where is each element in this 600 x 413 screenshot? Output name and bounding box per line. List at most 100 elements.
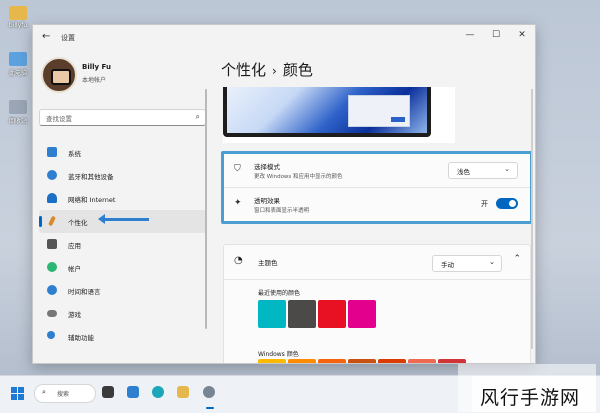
palette-icon: ◔ [234,255,243,266]
preview-monitor [223,87,431,137]
monitor-icon [47,147,57,157]
transparency-toggle-label: 开 [481,200,488,208]
maximize-button[interactable]: ☐ [483,25,509,47]
bluetooth-icon [47,170,57,180]
color-swatch[interactable] [318,359,346,363]
widgets-icon[interactable] [127,386,139,398]
color-swatch[interactable] [258,359,286,363]
active-indicator [39,216,42,227]
chevron-down-icon: ⌄ [489,258,495,266]
sidebar-item-time-language[interactable]: 时间和语言 [39,279,207,302]
edge-browser-icon[interactable] [152,386,164,398]
sidebar-item-accessibility[interactable]: 辅助功能 [39,325,207,348]
sidebar-item-apps[interactable]: 应用 [39,233,207,256]
sidebar-item-label: 辅助功能 [68,334,94,342]
sidebar-item-label: 应用 [68,242,81,250]
page-title: 颜色 [282,61,313,79]
windows-colors [258,359,466,363]
transparency-row: ✦ 透明效果 窗口和表面显示半透明 开 [224,188,530,221]
user-profile[interactable]: Billy Fu 本地帐户 [41,57,111,93]
accent-color-section: ◔ 主题色 手动 ⌄ ⌃ 最近使用的颜色 Windows 颜色 [223,244,531,363]
sidebar-item-network[interactable]: 网络和 Internet [39,187,207,210]
desktop-icon-label: 回收站 [8,118,27,125]
sidebar-scrollbar[interactable] [205,89,207,329]
mode-dropdown-value: 浅色 [457,168,470,176]
watermark-text: 风行手游网 [480,387,581,409]
title-bar: ← 设置 — ☐ ✕ [33,25,535,49]
taskbar-search[interactable]: ⌕ 搜索 [34,384,96,403]
sidebar-item-label: 帐户 [68,265,81,273]
window-title: 设置 [61,34,75,42]
color-swatch[interactable] [288,300,316,328]
desktop-icon-label: billyfu [8,22,28,29]
settings-app-icon[interactable] [203,386,215,398]
sidebar-item-label: 游戏 [68,311,81,319]
taskbar-search-label: 搜索 [57,391,70,398]
accent-mode-dropdown[interactable]: 手动 ⌄ [432,255,502,272]
sidebar-item-label: 时间和语言 [68,288,101,296]
annotation-arrow [98,214,149,224]
sidebar-item-personalization[interactable]: 个性化 [39,210,207,233]
accent-mode-value: 手动 [441,261,454,269]
main-scrollbar[interactable] [531,89,533,349]
active-app-indicator [206,407,214,409]
brush-icon [48,215,56,227]
person-icon [47,262,57,272]
windows-logo-icon [18,394,24,400]
color-swatch[interactable] [318,300,346,328]
task-view-icon[interactable] [102,386,114,398]
sidebar-item-bluetooth[interactable]: 蓝牙和其他设备 [39,164,207,187]
transparency-title: 透明效果 [254,197,280,205]
wifi-icon [47,193,57,203]
desktop-icon-label: 此电脑 [8,70,27,77]
close-button[interactable]: ✕ [509,25,535,47]
accent-color-title: 主题色 [258,259,278,267]
windows-logo-icon [11,387,17,393]
globe-icon [47,285,57,295]
search-placeholder: 查找设置 [46,115,72,123]
gamepad-icon [47,310,57,317]
choose-mode-title: 选择模式 [254,163,280,171]
color-swatch[interactable] [408,359,436,363]
color-swatch[interactable] [378,359,406,363]
folder-icon [9,6,27,20]
desktop-icon-user-folder[interactable]: billyfu [3,6,33,29]
windows-logo-icon [18,387,24,393]
minimize-button[interactable]: — [457,25,483,47]
color-swatch[interactable] [288,359,316,363]
accent-color-header[interactable]: ◔ 主题色 手动 ⌄ ⌃ [224,245,530,280]
breadcrumb-parent[interactable]: 个性化 [221,61,266,79]
sidebar-item-label: 系统 [68,150,81,158]
chevron-up-icon[interactable]: ⌃ [513,254,521,264]
search-icon: ⌕ [42,388,46,396]
sidebar-item-label: 蓝牙和其他设备 [68,173,114,181]
window-controls: — ☐ ✕ [457,25,535,47]
settings-window: ← 设置 — ☐ ✕ Billy Fu 本地帐户 查找设置 ⌕ 系统 蓝牙和其他… [32,24,536,364]
color-swatch[interactable] [258,300,286,328]
sidebar-item-system[interactable]: 系统 [39,141,207,164]
windows-logo-icon [11,394,17,400]
desktop-icon-recycle-bin[interactable]: 回收站 [3,100,33,125]
start-button[interactable] [11,387,24,400]
color-swatch[interactable] [348,359,376,363]
profile-name: Billy Fu [82,63,111,71]
sidebar-item-accounts[interactable]: 帐户 [39,256,207,279]
windows-colors-label: Windows 颜色 [258,351,299,358]
recent-colors [258,300,376,328]
sidebar-item-gaming[interactable]: 游戏 [39,302,207,325]
sidebar-nav: 系统 蓝牙和其他设备 网络和 Internet 个性化 应用 帐户 时间和语言 [39,141,207,348]
desktop-icon-this-pc[interactable]: 此电脑 [3,52,33,77]
theme-preview [223,87,455,143]
color-swatch[interactable] [348,300,376,328]
avatar [41,57,77,93]
transparency-toggle[interactable] [496,198,518,209]
mode-dropdown[interactable]: 浅色 ⌄ [448,162,518,179]
search-input[interactable]: 查找设置 ⌕ [39,109,206,126]
back-arrow-icon[interactable]: ← [42,31,50,42]
file-explorer-icon[interactable] [177,386,189,398]
breadcrumb: 个性化 › 颜色 [221,59,313,80]
transparency-description: 窗口和表面显示半透明 [254,208,310,214]
recent-colors-label: 最近使用的颜色 [258,290,301,297]
watermark-logo: 风行手游网 [472,376,596,412]
highlighted-settings-group: ⛉ 选择模式 更改 Windows 和应用中显示的颜色 浅色 ⌄ ✦ 透明效果 … [221,151,533,224]
